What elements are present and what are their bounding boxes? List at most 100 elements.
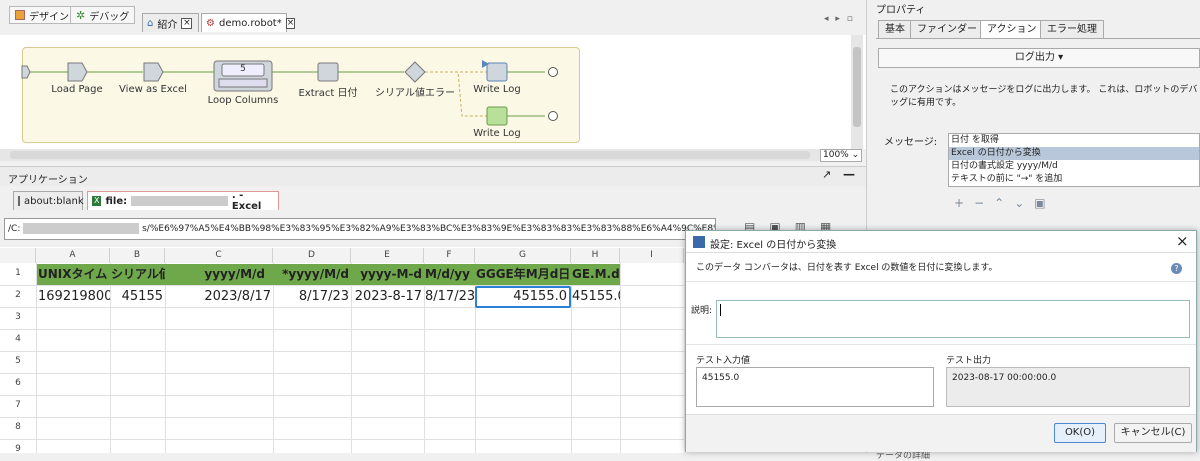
test-input-label: テスト入力値 (696, 356, 751, 366)
column-header[interactable]: D (273, 248, 351, 263)
cell-f1[interactable]: M/d/yy (425, 263, 475, 285)
flow-node-load-page[interactable] (67, 62, 88, 82)
cell-f2[interactable]: 8/17/23 (425, 286, 475, 308)
row-header[interactable]: 2 (0, 290, 36, 300)
redacted-text (131, 196, 228, 206)
column-header[interactable]: F (424, 248, 475, 263)
node-label: シリアル値エラー (375, 88, 455, 99)
robot-flow-canvas: 5 Load Page View as Excel Loop Columns E… (0, 35, 866, 149)
row-header[interactable]: 7 (0, 400, 36, 410)
cell-c2[interactable]: 2023/8/17 (166, 286, 273, 308)
explain-input[interactable] (716, 300, 1190, 338)
action-description: このアクションはメッセージをログに出力します。 これは、ロボットのデバッグに有用… (890, 85, 1198, 108)
flow-node-serial-error[interactable] (404, 61, 426, 83)
test-input-field[interactable]: 45155.0 (696, 367, 934, 407)
flow-node-write-log-1[interactable] (486, 62, 508, 82)
divider (686, 344, 1196, 345)
chevron-down-icon: ⌄ (851, 150, 860, 160)
tab-intro[interactable]: ⌂ 紹介 × (142, 13, 199, 32)
loop-badge: 5 (240, 64, 246, 74)
flow-end-icon (548, 67, 558, 77)
expand-icon[interactable]: ↗ (822, 168, 831, 181)
dialog-title: 設定: Excel の日付から変換 (710, 240, 837, 251)
action-dropdown[interactable]: ログ出力 ▾ (878, 48, 1200, 68)
node-label: View as Excel (119, 84, 187, 95)
cell-h1[interactable]: GE.M.d (572, 263, 620, 285)
close-icon[interactable]: × (1176, 232, 1189, 250)
design-button[interactable]: デザイン (9, 6, 75, 24)
cell-e1[interactable]: yyyy-M-d (352, 263, 424, 285)
list-item[interactable]: 日付 を取得 (949, 134, 1199, 147)
minimize-icon[interactable]: — (843, 167, 855, 181)
column-header[interactable]: I (620, 248, 684, 263)
cell-b1[interactable]: シリアル値 (111, 263, 165, 285)
column-header[interactable]: H (571, 248, 620, 263)
move-up-icon[interactable]: ⌃ (994, 196, 1004, 210)
tab-excel-file[interactable]: X file: . - Excel (87, 190, 279, 212)
robot-icon: ⚙ (206, 17, 215, 29)
ok-button[interactable]: OK(O) (1054, 423, 1106, 443)
cell-d2[interactable]: 8/17/23 (274, 286, 351, 308)
horizontal-scrollbar[interactable] (0, 149, 850, 161)
help-icon[interactable]: ? (1171, 263, 1182, 274)
url-field[interactable]: /C: s/%E6%97%A5%E4%BB%98%E3%83%95%E3%82%… (4, 218, 716, 240)
list-item[interactable]: 日付の書式設定 yyyy/M/d (949, 160, 1199, 173)
row-header[interactable]: 3 (0, 312, 36, 322)
tab-finder[interactable]: ファインダー (910, 20, 984, 39)
flow-end-icon (548, 111, 558, 121)
tab-demo-robot[interactable]: ⚙ demo.robot* × (201, 13, 296, 32)
cell-d1[interactable]: *yyyy/M/d (274, 263, 351, 285)
tab-nav-icon[interactable]: ◂ ▸ ▫ (824, 14, 855, 24)
edit-icon[interactable]: ▣ (1034, 196, 1045, 210)
flow-node-extract-date[interactable] (317, 62, 339, 82)
cell-a1[interactable]: UNIXタイム (38, 263, 110, 285)
close-icon[interactable]: × (181, 17, 193, 29)
cell-g1[interactable]: GGGE年M月d日 (476, 263, 571, 285)
row-header[interactable]: 4 (0, 334, 36, 344)
column-header[interactable]: A (36, 248, 110, 263)
node-label: Write Log (473, 84, 521, 95)
flow-node-write-log-2[interactable] (486, 106, 508, 126)
cell-a2[interactable]: 1692198000 (38, 286, 110, 308)
row-header[interactable]: 5 (0, 356, 36, 366)
cell-h2[interactable]: 45155.0 (572, 286, 620, 308)
tab-underline (876, 38, 1200, 39)
flow-node-view-excel[interactable] (143, 62, 164, 82)
app-icon (693, 236, 705, 248)
application-panel-title: アプリケーション (8, 175, 88, 186)
node-label: Load Page (51, 84, 103, 95)
remove-icon[interactable]: − (974, 196, 984, 210)
debug-icon: ✲ (76, 8, 86, 22)
move-down-icon[interactable]: ⌄ (1014, 196, 1024, 210)
add-icon[interactable]: + (954, 196, 964, 210)
list-item-selected[interactable]: Excel の日付から変換 (949, 147, 1199, 160)
debug-button[interactable]: ✲ デバッグ (70, 6, 136, 24)
dialog-titlebar: 設定: Excel の日付から変換 × (686, 231, 1196, 253)
page-icon (18, 196, 20, 206)
cancel-button[interactable]: キャンセル(C) (1114, 423, 1192, 443)
close-icon[interactable]: × (285, 17, 296, 29)
row-header[interactable]: 8 (0, 422, 36, 432)
row-header[interactable]: 1 (0, 268, 36, 278)
column-header[interactable]: B (110, 248, 165, 263)
column-header[interactable]: E (351, 248, 424, 263)
column-header[interactable]: G (475, 248, 571, 263)
design-icon (15, 10, 25, 20)
message-list[interactable]: 日付 を取得 Excel の日付から変換 日付の書式設定 yyyy/M/d テキ… (948, 133, 1200, 187)
cell-e2[interactable]: 2023-8-17 (352, 286, 424, 308)
cell-c1[interactable]: yyyy/M/d (166, 263, 273, 285)
flow-start (21, 65, 31, 79)
tab-basic[interactable]: 基本 (878, 20, 912, 39)
cell-g2-selected[interactable]: 45155.0 (475, 286, 571, 308)
corner-cell[interactable] (0, 248, 36, 263)
zoom-select[interactable]: 100% ⌄ (820, 149, 862, 162)
row-header[interactable]: 6 (0, 378, 36, 388)
column-header[interactable]: C (165, 248, 273, 263)
tab-about-blank[interactable]: about:blank (13, 191, 84, 210)
tab-action[interactable]: アクション (980, 20, 1044, 39)
text-cursor (720, 304, 721, 316)
list-item[interactable]: テキストの前に "→" を追加 (949, 173, 1199, 186)
vertical-scrollbar[interactable] (851, 35, 863, 149)
tab-error-handling[interactable]: エラー処理 (1040, 20, 1104, 39)
cell-b2[interactable]: 45155 (111, 286, 165, 308)
